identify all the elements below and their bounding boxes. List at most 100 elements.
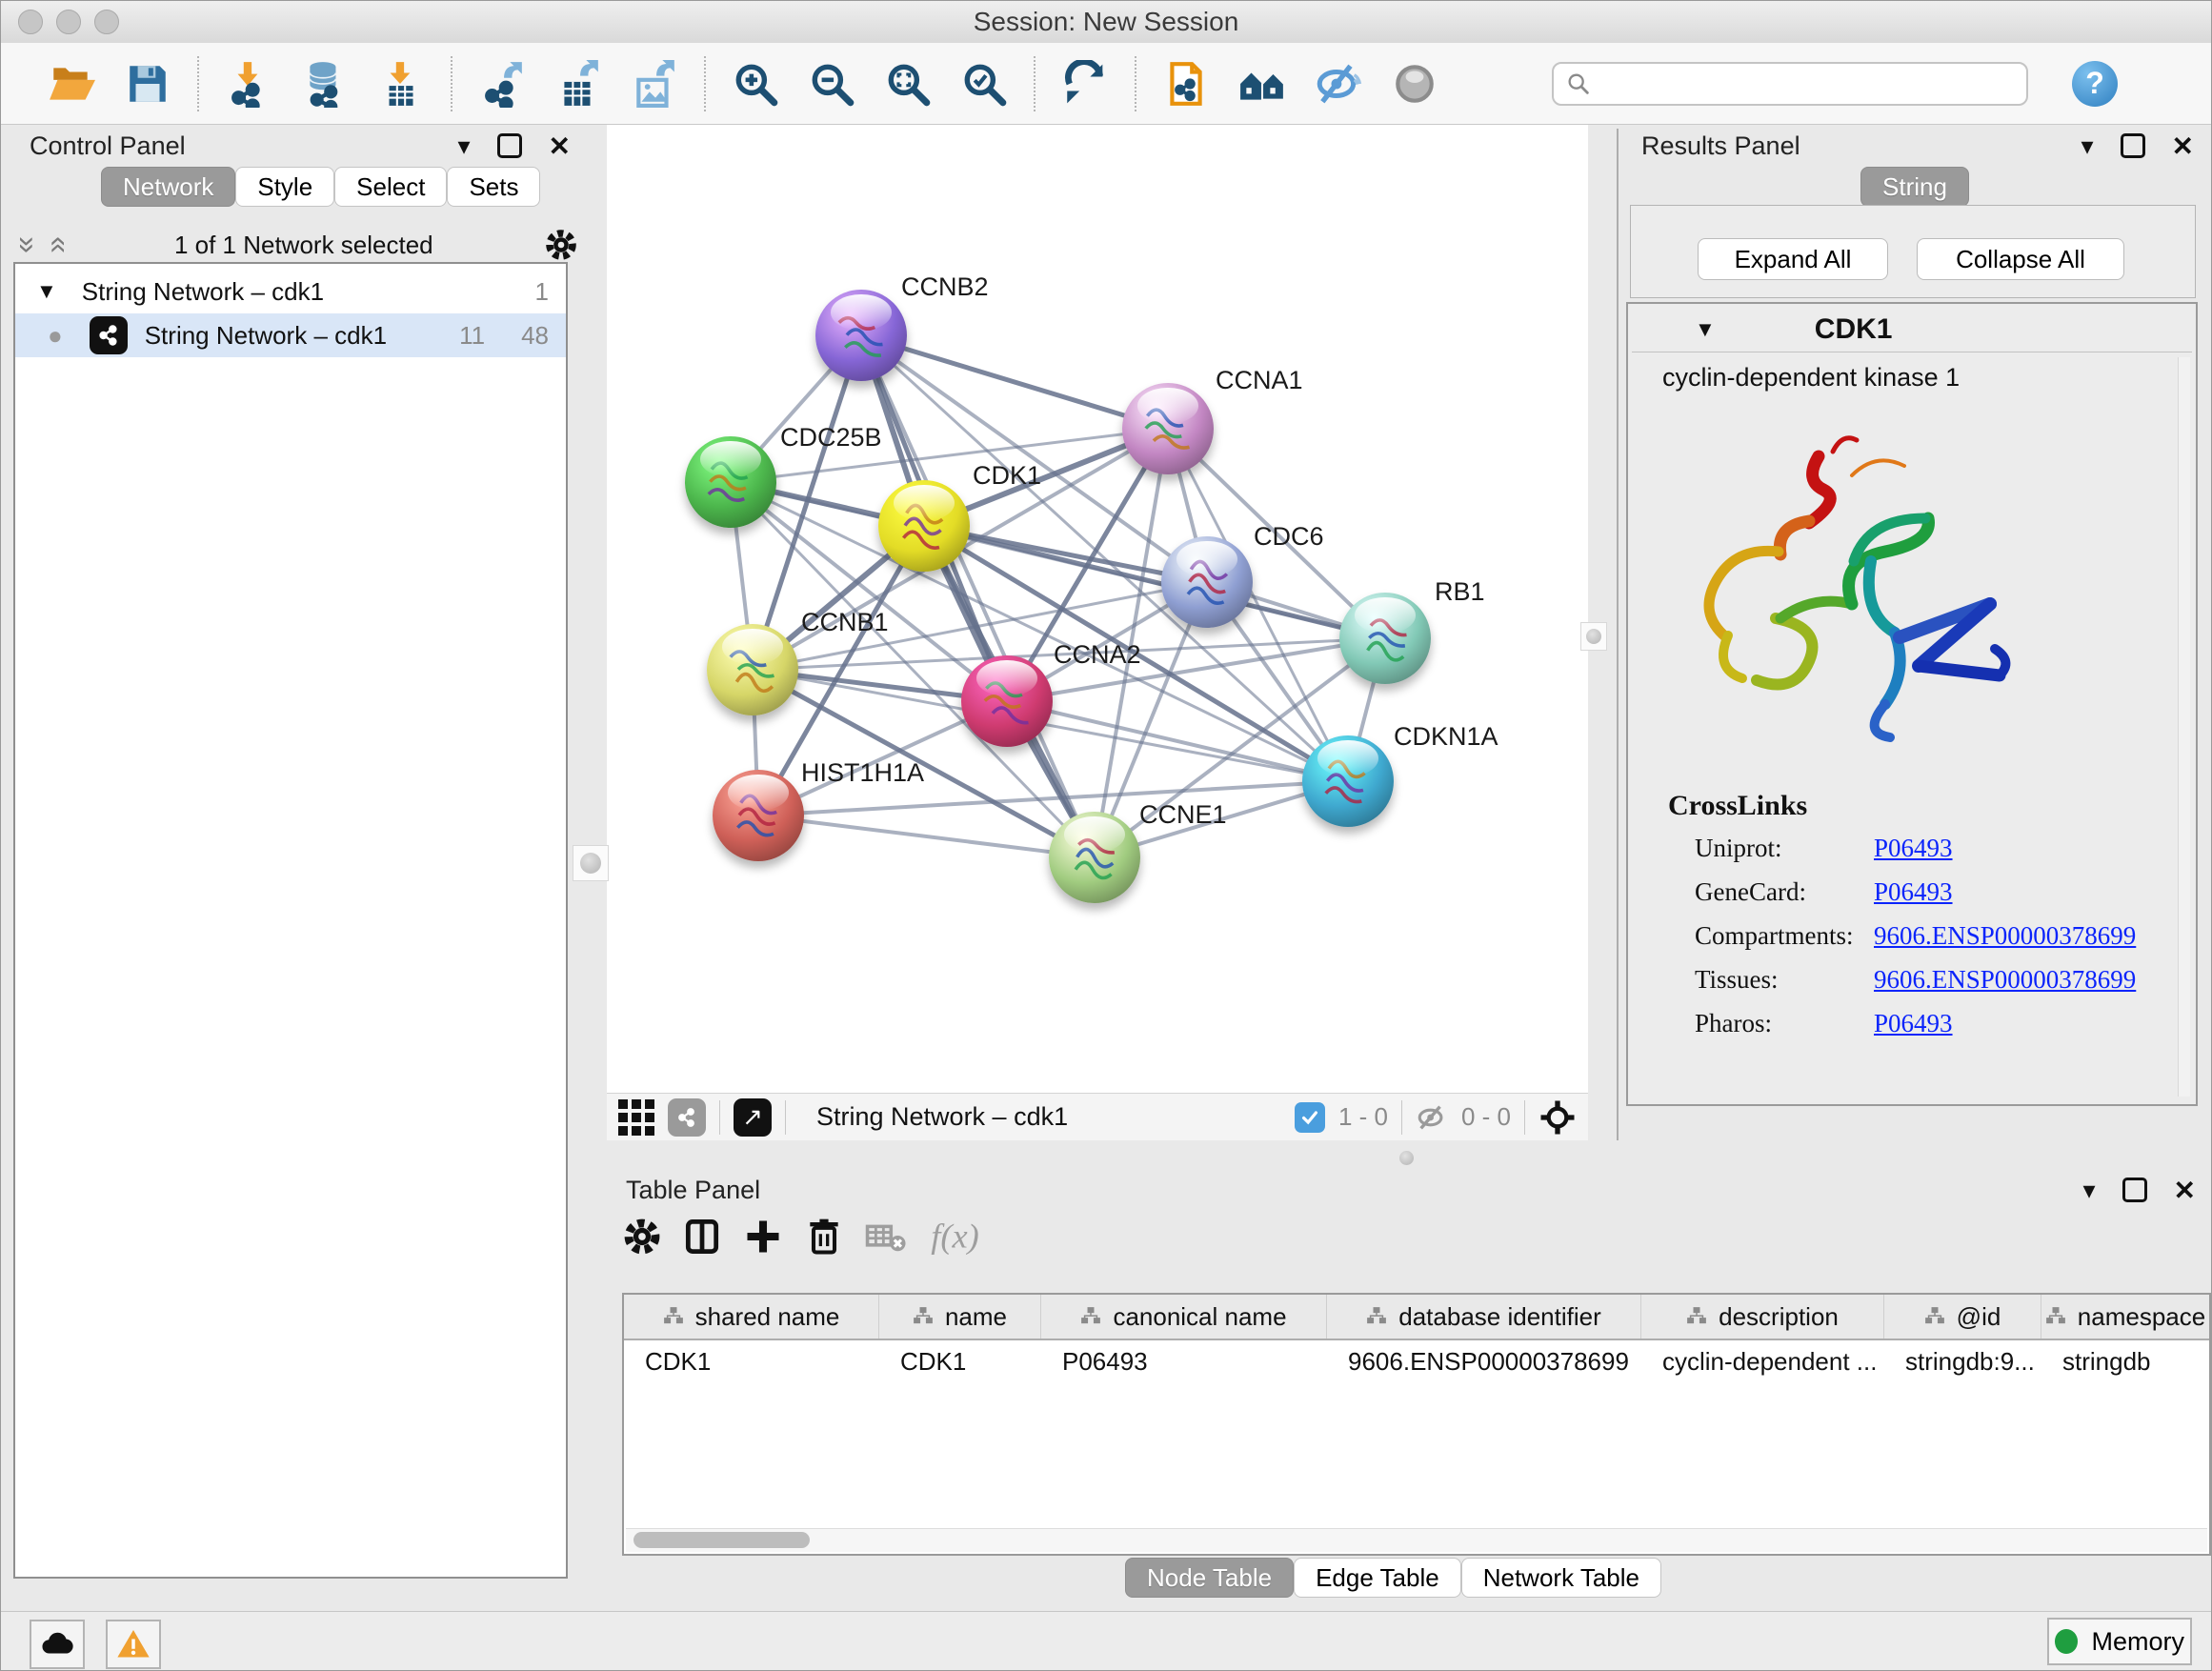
network-node-CCNA2[interactable] [961, 655, 1053, 747]
cell-description[interactable]: cyclin-dependent ... [1641, 1347, 1884, 1377]
annotation-button[interactable] [1157, 54, 1215, 113]
import-table-button[interactable] [372, 54, 430, 113]
network-node-CDC6[interactable] [1161, 536, 1253, 628]
export-table-button[interactable] [550, 54, 607, 113]
export-image-button[interactable] [626, 54, 683, 113]
cell-name[interactable]: CDK1 [879, 1347, 1041, 1377]
network-edges[interactable] [607, 125, 1588, 1093]
tab-edge-table[interactable]: Edge Table [1294, 1558, 1461, 1598]
tab-network[interactable]: Network [101, 167, 235, 207]
search-box[interactable] [1552, 62, 2028, 106]
crosslink-pharos-link[interactable]: P06493 [1874, 1009, 1953, 1038]
tab-network-table[interactable]: Network Table [1461, 1558, 1661, 1598]
panel-close-icon[interactable]: ✕ [2174, 1175, 2196, 1206]
right-splitter-handle[interactable] [1580, 622, 1607, 651]
zoom-fit-button[interactable] [879, 54, 936, 113]
tab-style[interactable]: Style [235, 167, 334, 207]
cell-canonical-name[interactable]: P06493 [1041, 1347, 1327, 1377]
cell-namespace[interactable]: stringdb [2041, 1347, 2209, 1377]
section-expander-icon[interactable]: ▼ [1695, 317, 1716, 342]
results-scrollbar[interactable] [2178, 357, 2190, 1097]
crosslink-tissues-link[interactable]: 9606.ENSP00000378699 [1874, 965, 2136, 995]
crosshair-icon[interactable] [1538, 1098, 1577, 1137]
memory-button[interactable]: Memory [2047, 1618, 2192, 1665]
save-session-button[interactable] [119, 54, 176, 113]
collapse-all-button[interactable]: Collapse All [1917, 238, 2124, 280]
cell-database-identifier[interactable]: 9606.ENSP00000378699 [1327, 1347, 1641, 1377]
tab-string[interactable]: String [1860, 167, 1969, 207]
show-graphics-button[interactable] [1386, 54, 1443, 113]
column-header-canonical-name[interactable]: canonical name [1041, 1295, 1327, 1339]
open-session-button[interactable] [43, 54, 100, 113]
zoom-out-button[interactable] [803, 54, 860, 113]
add-column-icon[interactable] [742, 1216, 784, 1258]
export-network-button[interactable] [473, 54, 531, 113]
show-columns-icon[interactable] [681, 1216, 723, 1258]
import-network-from-database-button[interactable] [296, 54, 353, 113]
network-edge[interactable] [861, 335, 1168, 429]
help-button[interactable]: ? [2072, 61, 2118, 107]
horizontal-splitter-handle[interactable] [1394, 1148, 1418, 1167]
network-node-CCNB1[interactable] [707, 624, 798, 715]
expand-all-networks-icon[interactable]: » [40, 236, 70, 253]
zoom-in-button[interactable] [727, 54, 784, 113]
column-header-shared-name[interactable]: shared name [624, 1295, 879, 1339]
cloud-status-button[interactable] [30, 1620, 85, 1669]
network-collection-row[interactable]: ▼ String Network – cdk1 1 [15, 270, 566, 313]
network-edge[interactable] [758, 815, 1095, 857]
panel-float-icon[interactable] [497, 133, 522, 158]
column-header-description[interactable]: description [1641, 1295, 1884, 1339]
tab-sets[interactable]: Sets [447, 167, 540, 207]
network-edge[interactable] [1007, 701, 1348, 781]
network-row-selected[interactable]: ● String Network – cdk1 11 48 [15, 313, 566, 357]
network-node-CDC25B[interactable] [685, 436, 776, 528]
scrollbar-thumb[interactable] [633, 1532, 810, 1548]
hidden-eye-slash-icon[interactable] [1416, 1101, 1448, 1134]
network-node-CDKN1A[interactable] [1302, 735, 1394, 827]
vertical-splitter[interactable] [1617, 129, 1619, 1140]
left-splitter-handle[interactable] [573, 845, 609, 881]
delete-column-icon[interactable] [803, 1216, 845, 1258]
refresh-button[interactable] [1056, 54, 1114, 113]
network-node-CDK1[interactable] [878, 480, 970, 572]
panel-menu-chevron-icon[interactable]: ▾ [2082, 1178, 2095, 1202]
column-header-name[interactable]: name [879, 1295, 1041, 1339]
crosslink-compartments-link[interactable]: 9606.ENSP00000378699 [1874, 921, 2136, 951]
table-horizontal-scrollbar[interactable] [626, 1528, 2207, 1552]
warning-status-button[interactable] [106, 1620, 161, 1669]
crosslink-genecard-link[interactable]: P06493 [1874, 877, 1953, 907]
panel-float-icon[interactable] [2122, 1178, 2147, 1202]
tree-expander-icon[interactable]: ▼ [36, 279, 57, 304]
network-canvas[interactable]: CCNB2CCNA1CDC25BCDK1CDC6RB1CCNB1CCNA2CDK… [607, 125, 1588, 1093]
column-header-database-identifier[interactable]: database identifier [1327, 1295, 1641, 1339]
search-input[interactable] [1601, 68, 2015, 99]
import-network-button[interactable] [220, 54, 277, 113]
zoom-selected-button[interactable] [955, 54, 1013, 113]
string-view-badge-icon[interactable] [668, 1098, 706, 1137]
selected-checkbox-icon[interactable] [1295, 1102, 1325, 1133]
network-node-RB1[interactable] [1339, 593, 1431, 684]
crosslink-uniprot-link[interactable]: P06493 [1874, 834, 1953, 863]
column-header-namespace[interactable]: namespace [2041, 1295, 2209, 1339]
network-node-CCNA1[interactable] [1122, 383, 1214, 474]
grid-view-icon[interactable] [618, 1099, 654, 1136]
node-section-header[interactable]: ▼ CDK1 [1632, 308, 2192, 352]
panel-float-icon[interactable] [2121, 133, 2145, 158]
network-node-CCNE1[interactable] [1049, 812, 1140, 903]
expand-all-button[interactable]: Expand All [1698, 238, 1888, 280]
column-header-id[interactable]: @id [1884, 1295, 2041, 1339]
cell-shared-name[interactable]: CDK1 [624, 1347, 879, 1377]
panel-menu-chevron-icon[interactable]: ▾ [2081, 133, 2093, 158]
panel-close-icon[interactable]: ✕ [549, 131, 571, 162]
table-row[interactable]: CDK1 CDK1 P06493 9606.ENSP00000378699 cy… [624, 1340, 2209, 1382]
panel-close-icon[interactable]: ✕ [2172, 131, 2194, 162]
gear-icon[interactable] [622, 1217, 662, 1257]
home-button[interactable] [1234, 54, 1291, 113]
panel-menu-chevron-icon[interactable]: ▾ [457, 133, 470, 158]
hide-graphics-button[interactable] [1310, 54, 1367, 113]
tab-select[interactable]: Select [334, 167, 447, 207]
network-node-HIST1H1A[interactable] [713, 770, 804, 861]
cell-id[interactable]: stringdb:9... [1884, 1347, 2041, 1377]
network-node-CCNB2[interactable] [815, 290, 907, 381]
gear-icon[interactable] [544, 228, 578, 262]
